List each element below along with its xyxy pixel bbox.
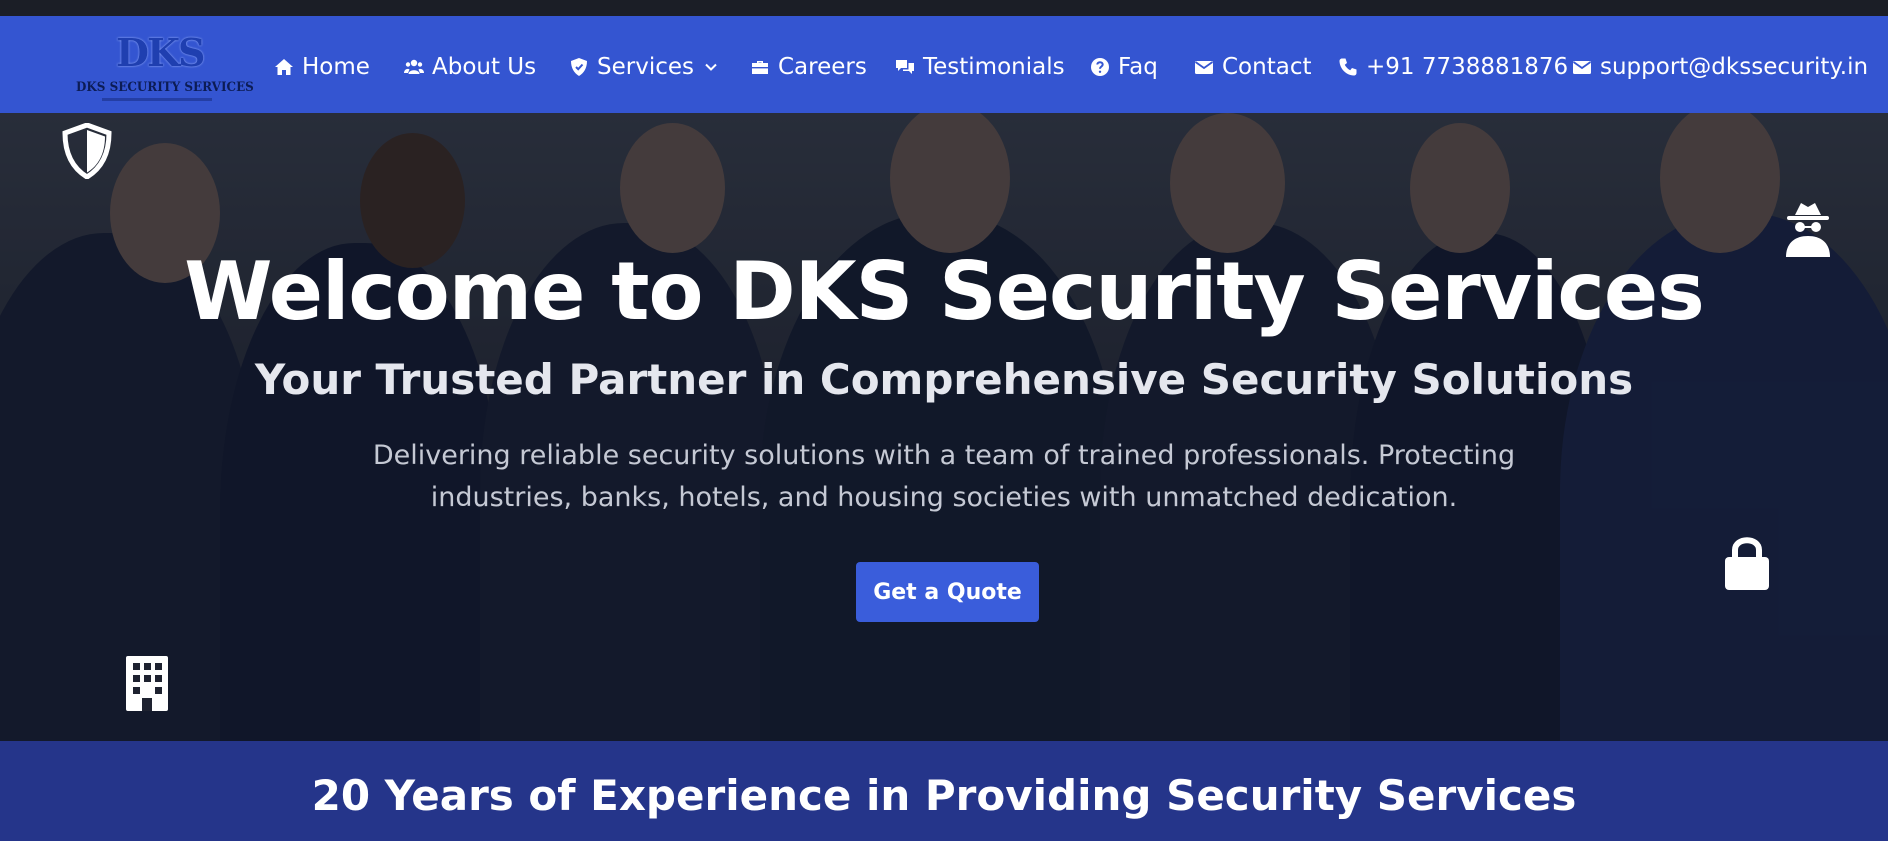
experience-banner-text: 20 Years of Experience in Providing Secu… (311, 771, 1577, 820)
nav-faq-label: Faq (1118, 54, 1158, 80)
hero-description: Delivering reliable security solutions w… (372, 440, 1516, 513)
home-icon (275, 59, 293, 75)
nav-about-us[interactable]: About Us (404, 52, 536, 82)
nav-careers-label: Careers (778, 54, 867, 80)
nav-testimonials-label: Testimonials (923, 54, 1065, 80)
shield-icon (571, 58, 587, 76)
nav-testimonials[interactable]: Testimonials (895, 52, 1065, 82)
phone-icon (1339, 58, 1357, 76)
nav-about-us-label: About Us (432, 54, 537, 80)
hero-title: Welcome to DKS Security Services (184, 245, 1704, 338)
nav-email-label: support@dkssecurity.in (1600, 54, 1869, 80)
question-circle-icon (1091, 58, 1109, 76)
nav-careers[interactable]: Careers (750, 52, 867, 82)
logo-tagline-line (102, 98, 212, 101)
hero-section: Welcome to DKS Security Services Your Tr… (0, 113, 1888, 741)
logo-mark: DKS (116, 30, 205, 75)
chevron-down-icon (705, 63, 717, 71)
get-a-quote-button[interactable]: Get a Quote (856, 562, 1039, 622)
nav-services-label: Services (597, 54, 694, 80)
nav-services[interactable]: Services (569, 52, 718, 82)
experience-banner: 20 Years of Experience in Providing Secu… (0, 741, 1888, 841)
nav-phone-label: +91 7738881876 (1366, 54, 1569, 80)
nav-home-label: Home (302, 54, 370, 80)
nav-home[interactable]: Home (274, 52, 370, 82)
lock-icon (1725, 537, 1769, 590)
navbar: DKS DKS SECURITY SERVICES Home About Us … (0, 16, 1888, 113)
envelope-icon (1194, 61, 1214, 74)
nav-email[interactable]: support@dkssecurity.in (1572, 52, 1868, 82)
nav-contact-label: Contact (1222, 54, 1312, 80)
browser-top-strip (0, 0, 1888, 16)
nav-faq[interactable]: Faq (1090, 52, 1158, 82)
briefcase-icon (752, 61, 768, 74)
users-icon (404, 59, 424, 74)
site-logo[interactable]: DKS DKS SECURITY SERVICES (72, 20, 254, 104)
comments-icon (896, 60, 914, 74)
envelope-icon (1572, 61, 1592, 74)
shield-icon (62, 123, 112, 179)
hero-subtitle: Your Trusted Partner in Comprehensive Se… (254, 355, 1634, 404)
building-icon (126, 656, 168, 711)
nav-contact[interactable]: Contact (1194, 52, 1311, 82)
logo-brand-name: DKS SECURITY SERVICES (76, 80, 254, 95)
nav-phone[interactable]: +91 7738881876 (1338, 52, 1568, 82)
hero-overlay (0, 113, 1888, 741)
